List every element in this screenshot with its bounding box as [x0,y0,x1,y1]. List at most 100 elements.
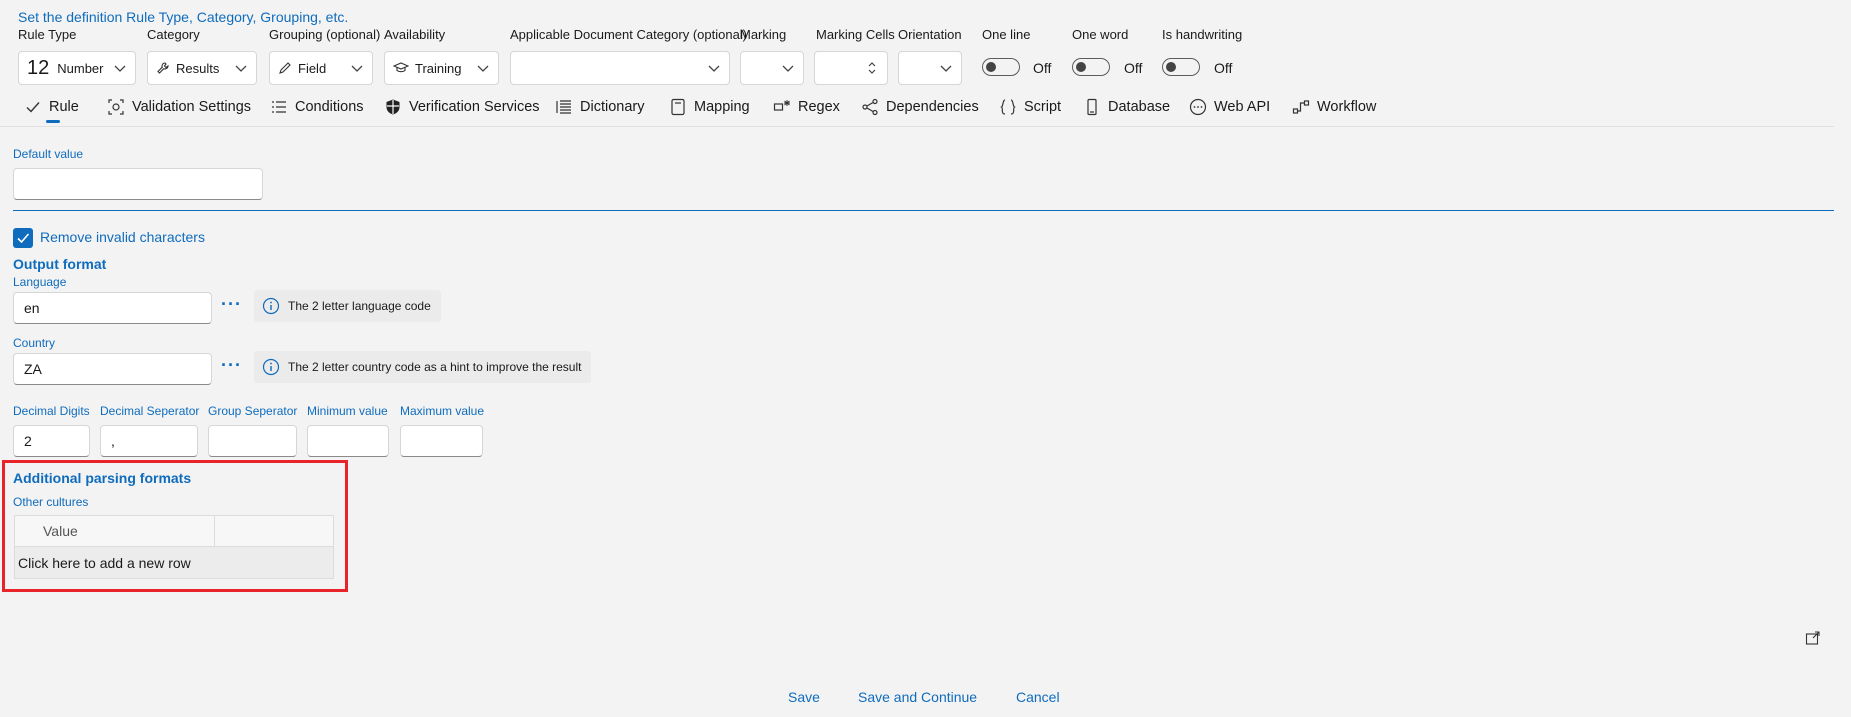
number-12-icon: 12 [27,56,50,79]
braces-icon [1000,99,1016,115]
tab-conditions-label: Conditions [295,99,364,115]
info-icon [262,297,280,315]
one-line-toggle[interactable] [982,58,1020,76]
tab-dictionary[interactable]: Dictionary [555,94,644,120]
default-value-input[interactable] [13,168,263,200]
tab-mapping-label: Mapping [694,99,750,115]
is-handwriting-label: Is handwriting [1162,27,1243,42]
tab-regex[interactable]: Regex [773,94,840,120]
applicable-doc-category-label: Applicable Document Category (optional) [510,27,748,42]
language-input[interactable]: en [13,292,212,324]
save-and-continue-button[interactable]: Save and Continue [858,689,977,705]
minimum-value-input[interactable] [307,425,389,457]
wrench-icon [157,62,169,74]
chevron-down-icon [351,65,363,72]
category-dropdown[interactable]: Results [147,51,257,85]
section-divider [13,210,1834,211]
orientation-dropdown[interactable] [898,51,962,85]
grouping-value: Field [298,60,327,76]
workflow-icon [1292,100,1310,114]
divider [0,126,1834,127]
chevron-down-icon [477,65,489,72]
book-icon [671,98,685,116]
decimal-digits-input[interactable]: 2 [13,425,90,457]
checkmark-icon [26,102,40,113]
chevron-down-icon [235,65,247,72]
list-icon [272,101,286,113]
maximum-value-input[interactable] [400,425,483,457]
marking-cells-label: Marking Cells [816,27,895,42]
applicable-doc-category-dropdown[interactable] [510,51,730,85]
marking-cells-stepper[interactable] [814,51,888,85]
tab-script-label: Script [1024,99,1062,115]
highlight-box [2,460,348,592]
tab-validation-settings-label: Validation Settings [132,99,252,115]
one-word-label: One word [1072,27,1129,42]
checkmark-icon [17,233,30,244]
spin-arrows-icon[interactable] [865,61,879,75]
one-word-toggle[interactable] [1072,58,1110,76]
tab-verification-services[interactable]: Verification Services [384,94,540,120]
language-hint-text: The 2 letter language code [288,299,431,313]
group-separator-input[interactable] [208,425,297,457]
graduation-cap-icon [393,62,409,73]
grouping-label: Grouping (optional) [269,27,381,42]
popout-icon[interactable] [1805,630,1821,646]
shield-icon [386,99,400,115]
language-hint: The 2 letter language code [254,290,441,322]
one-line-label: One line [982,27,1031,42]
rule-type-dropdown[interactable]: 12 Number [18,51,136,85]
decimal-separator-label: Decimal Seperator [100,404,200,418]
chevron-down-icon [782,65,794,72]
active-tab-indicator [46,120,60,123]
dialog-title: Set the definition Rule Type, Category, … [18,9,349,25]
decimal-digits-label: Decimal Digits [13,404,90,418]
group-separator-label: Group Seperator [208,404,298,418]
tab-rule[interactable]: Rule [24,94,79,120]
tab-conditions[interactable]: Conditions [270,94,364,120]
tab-web-api[interactable]: Web API [1189,94,1270,120]
regex-icon [773,100,790,111]
tab-dependencies[interactable]: Dependencies [861,94,979,120]
remove-invalid-checkbox[interactable] [13,228,33,248]
tab-dictionary-label: Dictionary [580,99,645,115]
dictionary-icon [556,100,571,114]
info-icon [262,358,280,376]
country-more-button[interactable]: ··· [221,355,242,376]
cancel-button[interactable]: Cancel [1016,689,1060,705]
tab-web-api-label: Web API [1214,99,1271,115]
availability-dropdown[interactable]: Training [384,51,499,85]
tab-dependencies-label: Dependencies [886,99,979,115]
tab-rule-label: Rule [49,99,79,115]
decimal-separator-input[interactable]: , [100,425,198,457]
marking-label: Marking [740,27,787,42]
country-hint-text: The 2 letter country code as a hint to i… [288,360,582,374]
country-input[interactable]: ZA [13,353,212,385]
category-value: Results [176,60,220,76]
marking-dropdown[interactable] [740,51,804,85]
tab-workflow[interactable]: Workflow [1292,94,1376,120]
grouping-dropdown[interactable]: Field [269,51,373,85]
availability-value: Training [415,60,462,76]
rule-type-label: Rule Type [18,27,77,42]
tab-database[interactable]: Database [1083,94,1170,120]
tab-script[interactable]: Script [999,94,1061,120]
language-more-button[interactable]: ··· [221,294,242,315]
country-label: Country [13,336,56,350]
tab-validation-settings[interactable]: Validation Settings [107,94,251,120]
remove-invalid-label[interactable]: Remove invalid characters [40,229,205,245]
toggle-knob [1166,62,1176,72]
database-icon [1087,98,1097,116]
maximum-value-label: Maximum value [400,404,485,418]
save-button[interactable]: Save [788,689,820,705]
tab-workflow-label: Workflow [1317,99,1377,115]
availability-label: Availability [384,27,446,42]
is-handwriting-toggle[interactable] [1162,58,1200,76]
category-label: Category [147,27,200,42]
toggle-knob [986,62,996,72]
tab-mapping[interactable]: Mapping [669,94,750,120]
share-icon [862,98,878,116]
default-value-label: Default value [13,147,84,161]
web-api-icon [1189,98,1207,116]
tab-regex-label: Regex [798,99,840,115]
